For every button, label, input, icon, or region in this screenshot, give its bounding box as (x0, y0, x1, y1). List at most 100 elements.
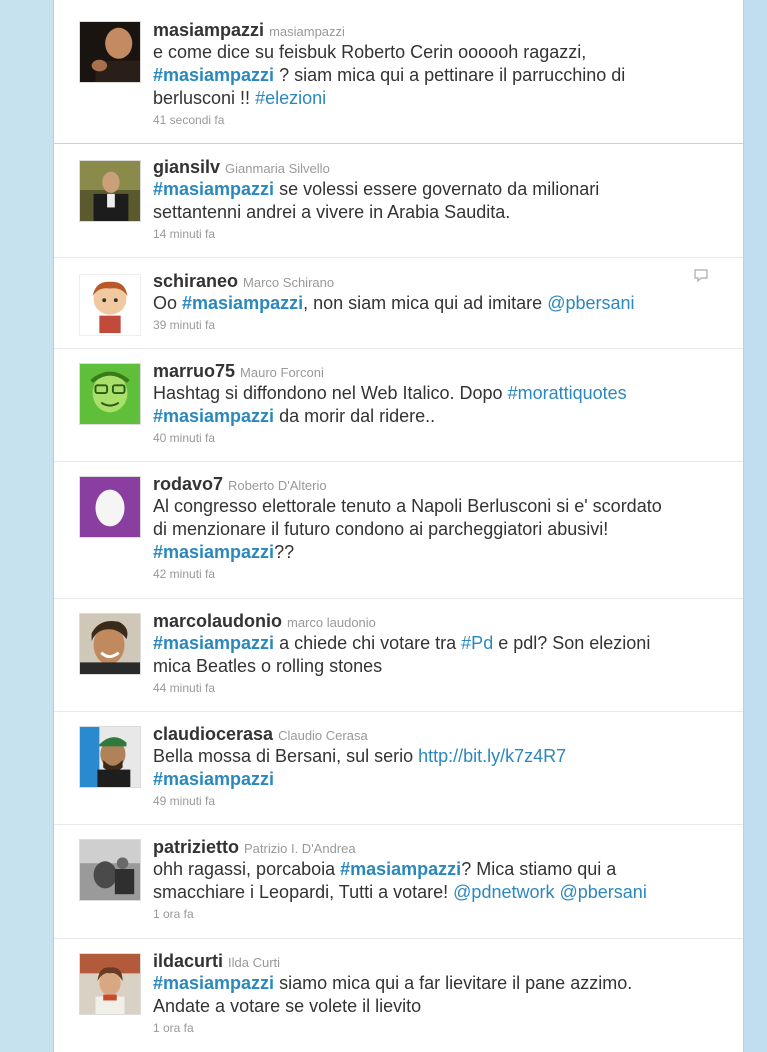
tweet-timeline: masiampazzi masiampazzi e come dice su fe… (53, 0, 744, 1052)
url-link[interactable]: http://bit.ly/k7z4R7 (418, 746, 566, 766)
speech-bubble-icon[interactable] (693, 268, 709, 284)
hashtag-link[interactable]: #masiampazzi (340, 859, 461, 879)
avatar-smiling-man (80, 614, 140, 674)
avatar-bw-photo (80, 840, 140, 900)
tweet-timestamp[interactable]: 1 ora fa (153, 907, 723, 921)
tweet-text-span: Andate a votare se volete il lievito (153, 996, 422, 1016)
tweet-text-span: e come dice su feisbuk Roberto Cerin ooo… (153, 42, 587, 62)
tweet-item[interactable]: claudiocerasa Claudio Cerasa Bella mossa … (54, 712, 743, 825)
tweet-text-span: settantenni andrei a vivere in Arabia Sa… (153, 202, 511, 222)
tweet-full-name: Ilda Curti (228, 955, 281, 970)
tweet-full-name: marco laudonio (287, 615, 376, 630)
avatar-cartoon-boy (80, 275, 140, 335)
tweet-item[interactable]: rodavo7 Roberto D'Alterio Al congresso el… (54, 462, 743, 599)
tweet-text-span: berlusconi !! (153, 88, 256, 108)
hashtag-link[interactable]: #elezioni (255, 88, 326, 108)
user-avatar[interactable] (79, 476, 141, 538)
tweet-text-span: siamo mica qui a far lievitare il pane a… (274, 973, 633, 993)
tweet-text-span: ? Mica stiamo qui a (461, 859, 617, 879)
tweet-full-name: Marco Schirano (243, 275, 335, 290)
tweet-timestamp[interactable]: 44 minuti fa (153, 681, 723, 695)
tweet-timestamp[interactable]: 42 minuti fa (153, 567, 723, 581)
tweet-text-span: smacchiare i Leopardi, Tutti a votare! (153, 882, 454, 902)
tweet-full-name: Mauro Forconi (240, 365, 324, 380)
tweet-text: #masiampazzi se volessi essere governato… (153, 178, 723, 224)
hashtag-link[interactable]: #masiampazzi (153, 633, 274, 653)
page-background (0, 0, 60, 1052)
tweet-screen-name[interactable]: marcolaudonio (153, 611, 282, 631)
tweet-full-name: masiampazzi (269, 24, 345, 39)
hashtag-link[interactable]: #masiampazzi (182, 293, 303, 313)
user-avatar[interactable] (79, 160, 141, 222)
avatar-man-suit (80, 161, 140, 221)
hashtag-link[interactable]: #masiampazzi (153, 406, 274, 426)
tweet-item[interactable]: schiraneo Marco Schirano Oo #masiampazzi,… (54, 258, 743, 349)
tweet-full-name: Claudio Cerasa (278, 728, 368, 743)
hashtag-link[interactable]: #masiampazzi (153, 179, 274, 199)
mention-link[interactable]: @pbersani (560, 882, 647, 902)
tweet-timestamp[interactable]: 14 minuti fa (153, 227, 723, 241)
user-avatar[interactable] (79, 839, 141, 901)
tweet-text: Hashtag si diffondono nel Web Italico. D… (153, 382, 723, 428)
tweet-item[interactable]: patrizietto Patrizio I. D'Andrea ohh raga… (54, 825, 743, 939)
tweet-full-name: Gianmaria Silvello (225, 161, 330, 176)
user-avatar[interactable] (79, 274, 141, 336)
avatar-dark-man-portrait (80, 22, 140, 82)
tweet-screen-name[interactable]: ildacurti (153, 951, 223, 971)
tweet-screen-name[interactable]: rodavo7 (153, 474, 223, 494)
hashtag-link[interactable]: #morattiquotes (508, 383, 627, 403)
tweet-screen-name[interactable]: claudiocerasa (153, 724, 273, 744)
tweet-text: Bella mossa di Bersani, sul serio http:/… (153, 745, 723, 791)
tweet-text: Al congresso elettorale tenuto a Napoli … (153, 495, 723, 564)
tweet-text-span: Hashtag si diffondono nel Web Italico. D… (153, 383, 508, 403)
avatar-man-green-cap (80, 727, 140, 787)
tweet-text-span: e pdl? Son elezioni (493, 633, 651, 653)
tweet-text-span: Oo (153, 293, 183, 313)
avatar-default-egg (80, 477, 140, 537)
hashtag-link[interactable]: #masiampazzi (153, 65, 274, 85)
tweet-item[interactable]: masiampazzi masiampazzi e come dice su fe… (54, 0, 743, 144)
tweet-text-span: da morir dal ridere.. (274, 406, 436, 426)
avatar-green-cartoon (80, 364, 140, 424)
tweet-timestamp[interactable]: 49 minuti fa (153, 794, 723, 808)
user-avatar[interactable] (79, 363, 141, 425)
hashtag-link[interactable]: #masiampazzi (153, 542, 274, 562)
tweet-item[interactable]: marruo75 Mauro Forconi Hashtag si diffond… (54, 349, 743, 462)
tweet-screen-name[interactable]: schiraneo (153, 271, 238, 291)
tweet-text-span: Al congresso elettorale tenuto a Napoli … (153, 496, 662, 516)
tweet-text: #masiampazzi a chiede chi votare tra #Pd… (153, 632, 723, 678)
tweet-screen-name[interactable]: masiampazzi (153, 20, 264, 40)
tweet-text-span: a chiede chi votare tra (274, 633, 462, 653)
user-avatar[interactable] (79, 21, 141, 83)
tweet-timestamp[interactable]: 1 ora fa (153, 1021, 723, 1035)
tweet-text: Oo #masiampazzi, non siam mica qui ad im… (153, 292, 723, 315)
mention-link[interactable]: @pdnetwork (453, 882, 554, 902)
tweet-text: #masiampazzi siamo mica qui a far lievit… (153, 972, 723, 1018)
tweet-full-name: Patrizio I. D'Andrea (244, 841, 356, 856)
hashtag-link[interactable]: #masiampazzi (153, 973, 274, 993)
user-avatar[interactable] (79, 953, 141, 1015)
tweet-item[interactable]: giansilv Gianmaria Silvello #masiampazzi … (54, 144, 743, 258)
hashtag-link[interactable]: #Pd (461, 633, 493, 653)
tweet-timestamp[interactable]: 41 secondi fa (153, 113, 723, 127)
tweet-text-span: se volessi essere governato da milionari (274, 179, 600, 199)
hashtag-link[interactable]: #masiampazzi (153, 769, 274, 789)
tweet-text-span: mica Beatles o rolling stones (153, 656, 383, 676)
tweet-timestamp[interactable]: 39 minuti fa (153, 318, 723, 332)
tweet-item[interactable]: marcolaudonio marco laudonio #masiampazzi… (54, 599, 743, 712)
tweet-text-span: di menzionare il futuro condono ai parch… (153, 519, 609, 539)
tweet-text-span: Bella mossa di Bersani, sul serio (153, 746, 419, 766)
user-avatar[interactable] (79, 613, 141, 675)
tweet-text-span: ? siam mica qui a pettinare il parrucchi… (274, 65, 626, 85)
tweet-screen-name[interactable]: giansilv (153, 157, 220, 177)
tweet-screen-name[interactable]: patrizietto (153, 837, 239, 857)
mention-link[interactable]: @pbersani (547, 293, 634, 313)
tweet-item[interactable]: ildacurti Ilda Curti #masiampazzi siamo m… (54, 939, 743, 1052)
tweet-text-span: ohh ragassi, porcaboia (153, 859, 341, 879)
user-avatar[interactable] (79, 726, 141, 788)
tweet-text-span: ?? (274, 542, 295, 562)
tweet-text: ohh ragassi, porcaboia #masiampazzi? Mic… (153, 858, 723, 904)
tweet-screen-name[interactable]: marruo75 (153, 361, 235, 381)
avatar-woman-outdoors (80, 954, 140, 1014)
tweet-timestamp[interactable]: 40 minuti fa (153, 431, 723, 445)
